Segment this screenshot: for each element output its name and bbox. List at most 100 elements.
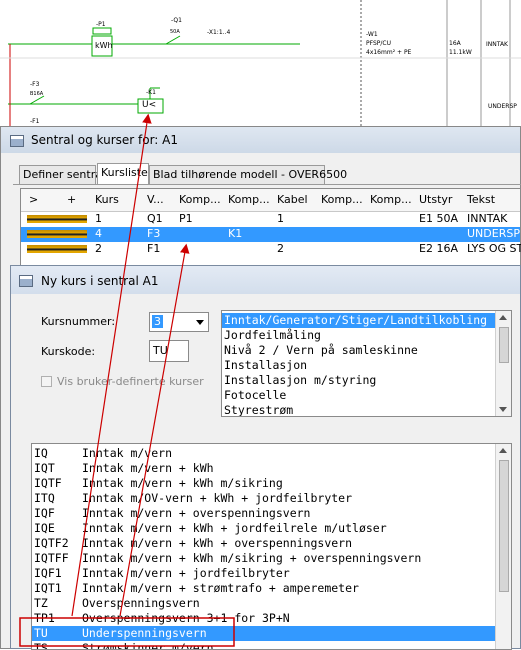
code-cell: IQE — [34, 521, 55, 535]
table-row-selected[interactable]: 4 F3 K1 UNDERSP — [21, 227, 520, 242]
undersp-label: UNDERSP — [488, 103, 517, 110]
code-cell: IQT1 — [34, 581, 62, 595]
list-item[interactable]: Installasjon — [222, 358, 307, 373]
col-kabel[interactable]: Kabel — [277, 193, 308, 206]
category-scrollbar[interactable] — [495, 311, 511, 416]
w1-size: 4x16mm² + PE — [366, 49, 412, 56]
row-kurs: 1 — [95, 212, 102, 225]
list-item[interactable]: IQ Inntak m/vern — [32, 446, 495, 461]
kurskode-scrollbar[interactable] — [495, 444, 511, 649]
list-item[interactable]: IQE Inntak m/vern + kWh + jordfeilrele m/… — [32, 521, 495, 536]
col-komp1[interactable]: Komp... — [179, 193, 221, 206]
category-list[interactable]: Inntak/Generator/Stiger/Landtilkobling J… — [221, 310, 512, 417]
code-cell: ITQ — [34, 491, 55, 505]
row-kurs: 4 — [95, 227, 102, 240]
tab-definer-sentral[interactable]: Definer sentral — [19, 165, 105, 184]
col-expand[interactable]: > — [29, 193, 38, 206]
description-cell: Inntak m/vern + kWh + jordfeilrele m/utl… — [82, 521, 387, 535]
table-row[interactable]: 2 F1 2 E2 16A LYS OG ST — [21, 242, 521, 257]
kurskode-label: Kurskode: — [41, 345, 96, 358]
list-item[interactable]: Jordfeilmåling — [222, 328, 321, 343]
list-item[interactable]: Nivå 2 / Vern på samleskinne — [222, 343, 418, 358]
sentral-window-titlebar[interactable]: Sentral og kurser for: A1 — [1, 127, 520, 153]
scroll-down-icon[interactable] — [499, 407, 507, 412]
list-item[interactable]: ITQ Inntak m/OV-vern + kWh + jordfeilbryt… — [32, 491, 495, 506]
description-cell: Inntak m/OV-vern + kWh + jordfeilbryter — [82, 491, 353, 505]
list-item[interactable]: IQT1 Inntak m/vern + strømtrafo + amperem… — [32, 581, 495, 596]
row-vern: F1 — [147, 242, 161, 255]
q1-rating: 50A — [170, 29, 180, 35]
list-item[interactable]: Inntak/Generator/Stiger/Landtilkobling — [222, 313, 497, 328]
code-cell: IQF1 — [34, 566, 62, 580]
row-tekst: UNDERSP — [467, 227, 520, 240]
code-cell: TZ — [34, 596, 48, 610]
table-row[interactable]: 1 Q1 P1 1 E1 50A INNTAK — [21, 212, 520, 227]
description-cell: Inntak m/vern + kWh m/sikring + overspen… — [82, 551, 422, 565]
list-item[interactable]: TU Underspenningsvern — [32, 626, 495, 641]
chevron-down-icon[interactable] — [196, 320, 204, 325]
schematic-drawing — [0, 0, 521, 126]
description-cell: Inntak m/vern + overspenningsvern — [82, 506, 311, 520]
code-cell: IQF — [34, 506, 55, 520]
col-add[interactable]: + — [67, 193, 76, 206]
list-item[interactable]: TZ Overspenningsvern — [32, 596, 495, 611]
row-kabel: 1 — [277, 212, 284, 225]
code-cell: IQ — [34, 446, 48, 460]
scroll-up-icon[interactable] — [499, 448, 507, 453]
row-komp1: P1 — [179, 212, 193, 225]
tab-kursliste[interactable]: Kursliste — [97, 163, 149, 185]
rating-kw: 11.1kW — [449, 49, 472, 56]
vis-bruker-checkbox[interactable] — [41, 376, 52, 387]
list-item[interactable]: TP1 Overspenningsvern 3+1 for 3P+N — [32, 611, 495, 626]
q1-label: -Q1 — [171, 17, 182, 24]
k1-box-label: U< — [142, 100, 157, 110]
kurskode-value: TU — [153, 344, 168, 357]
list-item[interactable]: IQTF2 Inntak m/vern + kWh + overspennings… — [32, 536, 495, 551]
col-vern[interactable]: V... — [147, 193, 164, 206]
scroll-thumb[interactable] — [499, 327, 509, 363]
kurskode-input[interactable]: TU — [149, 340, 189, 362]
col-komp3[interactable]: Komp... — [321, 193, 363, 206]
tab-blad-modell[interactable]: Blad tilhørende modell - OVER6500 — [149, 165, 347, 184]
description-cell: Underspenningsvern — [82, 626, 207, 640]
col-kurs[interactable]: Kurs — [95, 193, 119, 206]
list-item[interactable]: Styrestrøm — [222, 403, 293, 416]
kurs-grid[interactable]: > + Kurs V... Komp... Komp... Kabel Komp… — [20, 188, 521, 268]
list-item[interactable]: IQTFF Inntak m/vern + kWh m/sikring + ove… — [32, 551, 495, 566]
col-tekst[interactable]: Tekst — [467, 193, 495, 206]
code-cell: TU — [34, 626, 48, 640]
list-item[interactable]: IQTF Inntak m/vern + kWh m/sikring — [32, 476, 495, 491]
row-utstyr: E1 50A — [419, 212, 458, 225]
list-item[interactable]: IQT Inntak m/vern + kWh — [32, 461, 495, 476]
f3-rating: B16A — [30, 91, 44, 97]
grid-header: > + Kurs V... Komp... Komp... Kabel Komp… — [21, 189, 520, 212]
row-komp2: K1 — [228, 227, 243, 240]
code-cell: IQTF — [34, 476, 62, 490]
list-item[interactable]: IQF1 Inntak m/vern + jordfeilbryter — [32, 566, 495, 581]
code-cell: IQTF2 — [34, 536, 69, 550]
kurskode-list[interactable]: IQ Inntak m/vern IQT Inntak m/vern + kWh IQT… — [31, 443, 512, 650]
row-bar-icon — [27, 230, 87, 238]
ny-kurs-titlebar[interactable]: Ny kurs i sentral A1 — [11, 266, 520, 294]
code-cell: TP1 — [34, 611, 55, 625]
col-utstyr[interactable]: Utstyr — [419, 193, 452, 206]
description-cell: Overspenningsvern 3+1 for 3P+N — [82, 611, 290, 625]
p1-box-label: kWh — [95, 41, 113, 50]
col-komp4[interactable]: Komp... — [370, 193, 412, 206]
scroll-thumb[interactable] — [499, 460, 509, 592]
row-kurs: 2 — [95, 242, 102, 255]
col-komp2[interactable]: Komp... — [228, 193, 270, 206]
kursnummer-select[interactable]: 3 — [149, 312, 209, 332]
ny-kurs-dialog: Ny kurs i sentral A1 Kursnummer: 3 Kursk… — [10, 265, 521, 650]
rating-amps: 16A — [449, 40, 461, 47]
row-kabel: 2 — [277, 242, 284, 255]
list-item[interactable]: Installasjon m/styring — [222, 373, 376, 388]
vis-bruker-label: Vis bruker-definerte kurser — [57, 375, 204, 388]
row-bar-icon — [27, 245, 87, 253]
w1-type: PFSP/CU — [366, 40, 391, 47]
list-item[interactable]: Fotocelle — [222, 388, 286, 403]
list-item[interactable]: IQF Inntak m/vern + overspenningsvern — [32, 506, 495, 521]
scroll-up-icon[interactable] — [499, 315, 507, 320]
description-cell: Inntak m/vern + strømtrafo + amperemeter — [82, 581, 359, 595]
f1-label: -F1 — [30, 118, 40, 125]
